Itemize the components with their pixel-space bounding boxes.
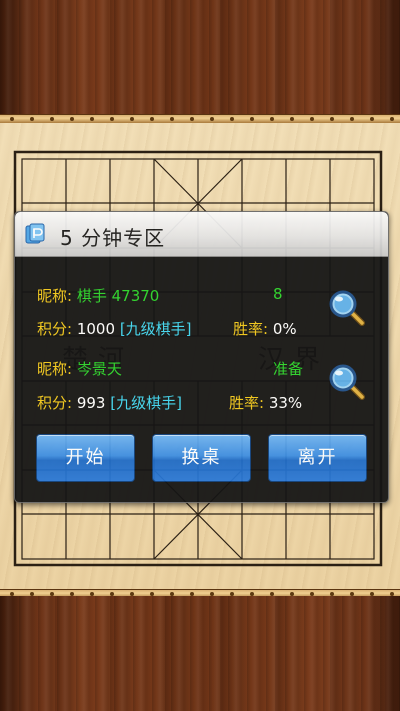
rail-rivet — [290, 117, 294, 121]
rail-rivet — [170, 117, 174, 121]
player1-score-label: 积分: — [37, 320, 73, 338]
rail-rivet — [310, 117, 314, 121]
room-icon — [25, 223, 45, 244]
player1-name: 棋手 47370 — [76, 287, 160, 305]
player1-winrate-row: 胜率: 0% — [233, 318, 297, 339]
panel-header: 5 分钟专区 — [15, 212, 388, 257]
rail-rivet — [130, 117, 134, 121]
player1-stats-row: 积分: 1000 [九级棋手] — [37, 318, 192, 339]
player1-rank: [九级棋手] — [119, 320, 192, 338]
player2-stats-row: 积分: 993 [九级棋手] — [37, 392, 182, 413]
rail-rivet — [50, 117, 54, 121]
player2-winrate-label: 胜率: — [229, 394, 265, 412]
rail-rivet — [270, 117, 274, 121]
player2-status: 准备 — [273, 360, 304, 378]
player2-score-label: 积分: — [37, 394, 73, 412]
player2-name-row: 昵称: 岑景天 — [37, 358, 122, 379]
rail-rivet — [250, 117, 254, 121]
player2-name-label: 昵称: — [37, 360, 73, 378]
player2-winrate-row: 胜率: 33% — [229, 392, 302, 413]
wood-frame-bottom — [0, 596, 400, 711]
player2-magnifier-icon[interactable] — [327, 362, 367, 402]
rail-rivet — [30, 117, 34, 121]
wood-frame-top — [0, 0, 400, 118]
player1-name-row: 昵称: 棋手 47370 — [37, 285, 159, 306]
player1-winrate: 0% — [272, 320, 297, 338]
rail-rivet — [70, 117, 74, 121]
rail-rivet — [370, 117, 374, 121]
rail-rivet — [390, 117, 394, 121]
room-panel: 5 分钟专区 昵称: 棋手 47370 8 积分: 1000 [九级棋手] 胜率… — [14, 211, 389, 503]
rail-rivet — [350, 117, 354, 121]
rail-rivet — [150, 117, 154, 121]
rail-rivet — [230, 117, 234, 121]
panel-title: 5 分钟专区 — [60, 226, 166, 250]
start-button[interactable]: 开始 — [36, 434, 135, 482]
rail-rivet — [110, 117, 114, 121]
player1-magnifier-icon[interactable] — [327, 288, 367, 328]
player2-rank: [九级棋手] — [110, 394, 182, 412]
change-table-button[interactable]: 换桌 — [152, 434, 251, 482]
player1-name-label: 昵称: — [37, 287, 73, 305]
player1-status: 8 — [273, 285, 283, 303]
rail-rivet — [330, 117, 334, 121]
player1-winrate-label: 胜率: — [233, 320, 269, 338]
leave-button[interactable]: 离开 — [268, 434, 367, 482]
rail-rivet — [190, 117, 194, 121]
rail-rivet — [10, 117, 14, 121]
player1-score: 1000 — [76, 320, 116, 338]
rail-rivet — [210, 117, 214, 121]
player2-score: 993 — [76, 394, 106, 412]
player2-winrate: 33% — [268, 394, 303, 412]
rail-rivet — [90, 117, 94, 121]
player2-name: 岑景天 — [76, 360, 122, 378]
